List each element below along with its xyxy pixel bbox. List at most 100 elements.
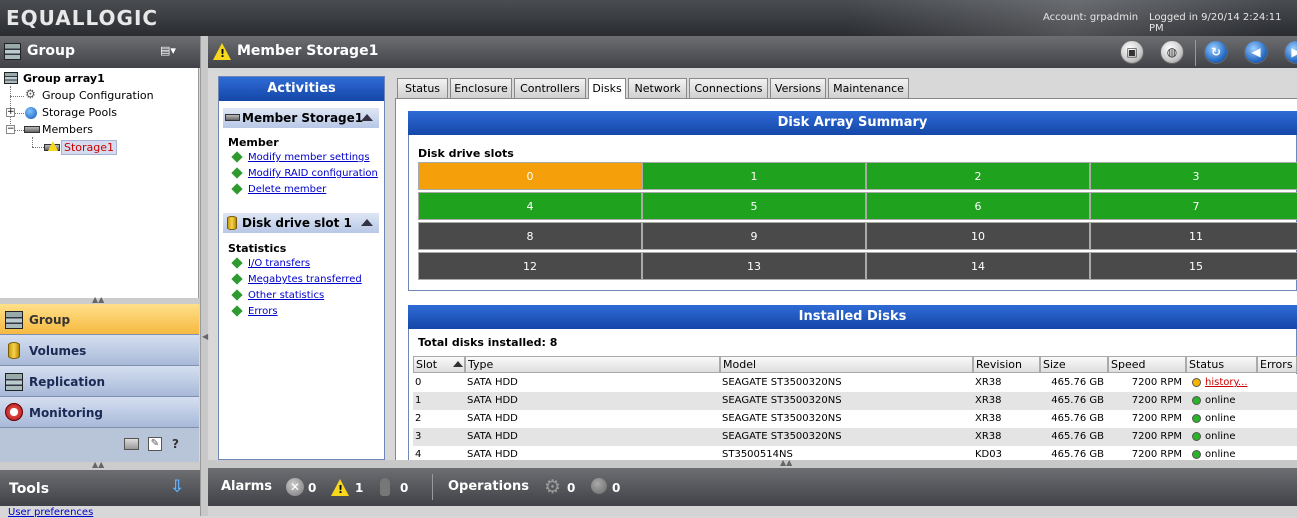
help-icon[interactable]: ? [172, 437, 179, 451]
disk-slot-12[interactable]: 12 [418, 252, 642, 280]
user-preferences-link[interactable]: User preferences [8, 507, 93, 518]
tree-item-storage1[interactable]: Storage1 [61, 140, 118, 155]
tree-item-group-configuration[interactable]: Group Configuration [42, 89, 154, 102]
modify-member-settings-link[interactable]: Modify member settings [248, 152, 370, 163]
globe-icon[interactable]: ◍ [1160, 40, 1184, 64]
save-icon[interactable]: ▣ [1120, 40, 1144, 64]
errors-link[interactable]: Errors [248, 306, 278, 317]
nav-group[interactable]: Group [0, 304, 199, 335]
collapse-up-icon[interactable] [361, 219, 373, 226]
cell-status[interactable]: history... [1205, 374, 1248, 392]
vertical-splitter[interactable]: ◀ [200, 36, 208, 516]
cell-slot: 1 [415, 395, 422, 406]
column-header-size[interactable]: Size [1040, 356, 1108, 373]
critical-alarm-icon[interactable]: ✕ [286, 478, 304, 496]
account-label: Account: grpadmin [1043, 12, 1139, 23]
nav-volumes[interactable]: Volumes [0, 335, 199, 366]
cell-slot: 2 [415, 413, 422, 424]
expand-icon[interactable]: + [6, 108, 15, 117]
disk-slot-1[interactable]: 1 [642, 162, 866, 190]
edit-icon[interactable]: ✎ [148, 437, 162, 451]
refresh-icon[interactable]: ↻ [1204, 40, 1228, 64]
cell-revision: XR38 [975, 377, 1002, 388]
cell-type: SATA HDD [467, 395, 518, 406]
status-bar-tabs [208, 506, 1297, 516]
collapse-up-icon[interactable] [361, 114, 373, 121]
cell-status: online [1205, 413, 1236, 424]
warning-icon [48, 141, 58, 151]
tab-controllers[interactable]: Controllers [514, 78, 586, 98]
tab-status[interactable]: Status [397, 78, 448, 98]
horizontal-splitter[interactable]: ▲▲ [208, 458, 1297, 468]
cell-model: SEAGATE ST3500320NS [722, 413, 842, 424]
disk-slot-8[interactable]: 8 [418, 222, 642, 250]
critical-alarm-count: 0 [308, 481, 317, 495]
cylinder-icon [227, 216, 237, 230]
column-header-revision[interactable]: Revision [973, 356, 1040, 373]
cell-revision: XR38 [975, 431, 1002, 442]
tree-item-group-array[interactable]: Group array1 [23, 72, 105, 85]
tab-maintenance[interactable]: Maintenance [828, 78, 909, 98]
disk-slot-7[interactable]: 7 [1090, 192, 1297, 220]
gear-icon[interactable]: ⚙ [544, 476, 561, 498]
activities-title: Activities [219, 77, 384, 101]
group-array-icon [4, 72, 18, 84]
info-alarm-icon[interactable] [380, 478, 390, 496]
tree-item-storage-pools[interactable]: Storage Pools [42, 106, 117, 119]
disk-slot-15[interactable]: 15 [1090, 252, 1297, 280]
column-header-model[interactable]: Model [720, 356, 973, 373]
disk-slot-3[interactable]: 3 [1090, 162, 1297, 190]
sort-ascending-icon[interactable] [453, 361, 463, 367]
nav-replication[interactable]: Replication [0, 366, 199, 397]
disk-slot-4[interactable]: 4 [418, 192, 642, 220]
cell-type: SATA HDD [467, 377, 518, 388]
io-transfers-link[interactable]: I/O transfers [248, 258, 310, 269]
console-icon[interactable] [124, 438, 139, 450]
column-header-type[interactable]: Type [465, 356, 720, 373]
section-member[interactable]: Member Storage1 [223, 108, 379, 128]
cell-model: SEAGATE ST3500320NS [722, 377, 842, 388]
tab-network[interactable]: Network [628, 78, 687, 98]
operations-label: Operations [448, 479, 529, 494]
section-disk-slot[interactable]: Disk drive slot 1 [223, 213, 379, 233]
cell-speed: 7200 RPM [1131, 395, 1182, 406]
disk-slot-10[interactable]: 10 [866, 222, 1090, 250]
tree-item-members[interactable]: Members [42, 123, 93, 136]
cell-size: 465.76 GB [1051, 395, 1104, 406]
modify-raid-configuration-link[interactable]: Modify RAID configuration [248, 168, 378, 179]
disk-slot-2[interactable]: 2 [866, 162, 1090, 190]
back-icon[interactable]: ◀ [1244, 40, 1268, 64]
download-arrow-icon[interactable]: ⇩ [170, 477, 184, 497]
disk-slot-5[interactable]: 5 [642, 192, 866, 220]
other-statistics-link[interactable]: Other statistics [248, 290, 324, 301]
cell-revision: XR38 [975, 395, 1002, 406]
megabytes-transferred-link[interactable]: Megabytes transferred [248, 274, 362, 285]
disk-slot-11[interactable]: 11 [1090, 222, 1297, 250]
tab-connections[interactable]: Connections [689, 78, 768, 98]
column-header-errors[interactable]: Errors [1257, 356, 1297, 373]
column-header-speed[interactable]: Speed [1108, 356, 1186, 373]
disk-slot-0[interactable]: 0 [418, 162, 642, 190]
disk-slot-6[interactable]: 6 [866, 192, 1090, 220]
failed-operations-icon[interactable] [591, 478, 607, 494]
statistics-subheading: Statistics [228, 242, 287, 255]
tab-versions[interactable]: Versions [770, 78, 826, 98]
nav-monitoring[interactable]: Monitoring [0, 397, 199, 428]
cell-size: 465.76 GB [1051, 413, 1104, 424]
column-header-status[interactable]: Status [1186, 356, 1257, 373]
tab-enclosure[interactable]: Enclosure [450, 78, 512, 98]
disk-slot-14[interactable]: 14 [866, 252, 1090, 280]
disk-slot-9[interactable]: 9 [642, 222, 866, 250]
delete-member-link[interactable]: Delete member [248, 184, 326, 195]
status-online-icon [1192, 414, 1201, 423]
tools-header[interactable]: Tools ⇩ [0, 470, 200, 506]
panel-menu-icon[interactable]: ▤▾ [160, 44, 182, 58]
tab-disks[interactable]: Disks [588, 78, 626, 99]
cell-speed: 7200 RPM [1131, 431, 1182, 442]
collapse-icon[interactable]: − [6, 125, 15, 134]
warning-alarm-count: 1 [355, 481, 364, 495]
disk-slot-13[interactable]: 13 [642, 252, 866, 280]
server-icon [5, 311, 23, 329]
panel-splitter-lower[interactable]: ▲▲ [0, 460, 200, 470]
cell-speed: 7200 RPM [1131, 413, 1182, 424]
